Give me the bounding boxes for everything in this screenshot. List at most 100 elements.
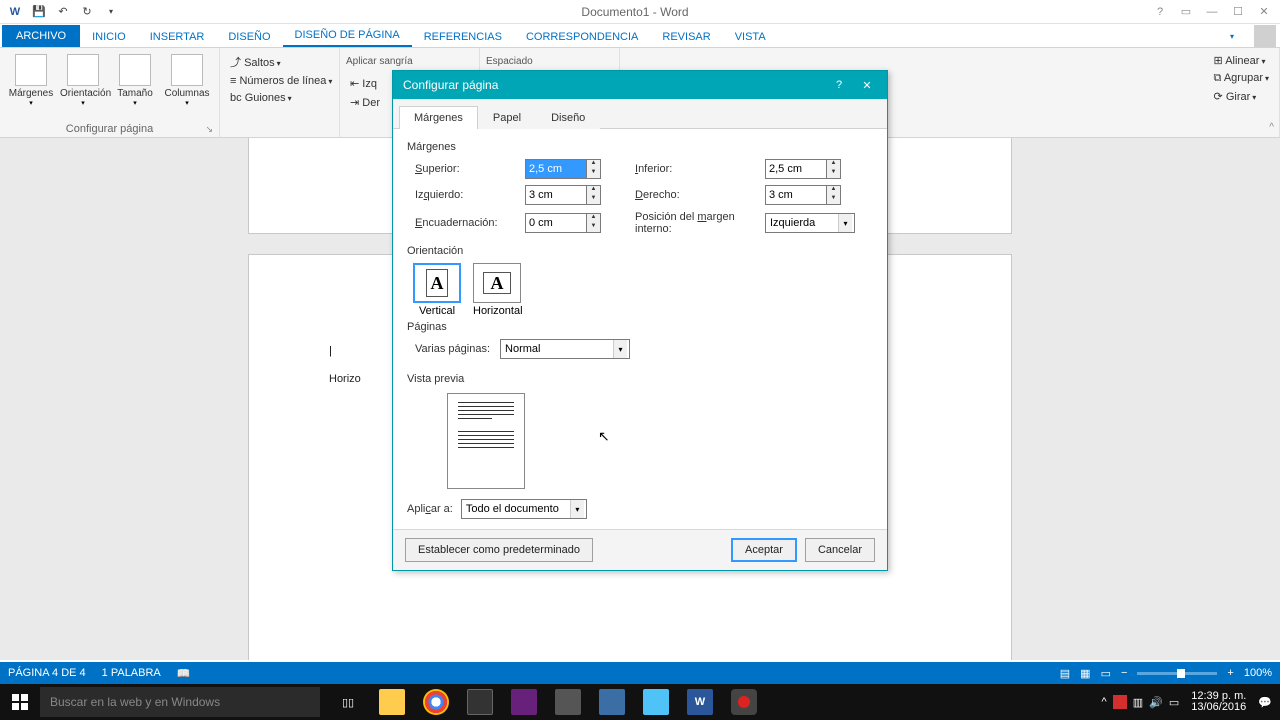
lbl-aplicar-a: Aplicar a:	[407, 503, 453, 515]
dialog-tab-papel[interactable]: Papel	[478, 106, 536, 129]
input-encuadernacion[interactable]: ▲▼	[525, 213, 615, 233]
orientacion-button[interactable]: Orientación▾	[58, 52, 108, 109]
zoom-slider[interactable]	[1137, 672, 1217, 675]
lbl-derecho: Derecho:	[635, 189, 765, 201]
orientation-horizontal[interactable]: A Horizontal	[473, 263, 523, 317]
combo-aplicar-a[interactable]: Todo el documento▾	[461, 499, 587, 519]
combo-varias-paginas[interactable]: Normal▾	[500, 339, 630, 359]
section-orientacion-label: Orientación	[407, 245, 873, 257]
lbl-encuadernacion: Encuadernación:	[415, 217, 525, 229]
tray-volume-icon[interactable]: 🔊	[1149, 696, 1163, 709]
sangria-der[interactable]: ⇥ Der	[346, 94, 384, 111]
numeros-linea-button[interactable]: ≡ Números de línea▾	[226, 73, 336, 89]
margenes-button[interactable]: Márgenes▾	[6, 52, 56, 109]
lbl-varias-paginas: Varias páginas:	[415, 343, 490, 355]
group-configurar-label: Configurar página	[66, 123, 153, 135]
view-read-icon[interactable]: ▤	[1060, 667, 1070, 680]
help-icon[interactable]: ?	[1148, 2, 1172, 22]
alinear-button[interactable]: ⊞ Alinear▾	[1210, 52, 1273, 69]
tab-correspondencia[interactable]: CORRESPONDENCIA	[514, 27, 650, 47]
saltos-button[interactable]: ⤴ Saltos▾	[226, 52, 336, 72]
taskbar-search[interactable]: Buscar en la web y en Windows	[40, 687, 320, 717]
app-icon-1[interactable]	[546, 684, 590, 720]
input-izquierdo[interactable]: ▲▼	[525, 185, 615, 205]
ribbon-options-icon[interactable]: ▭	[1174, 2, 1198, 22]
input-superior[interactable]: ▲▼	[525, 159, 615, 179]
status-pagina[interactable]: PÁGINA 4 DE 4	[8, 667, 86, 679]
girar-button[interactable]: ⟳ Girar▾	[1210, 88, 1273, 105]
dialog-titlebar[interactable]: Configurar página ? ✕	[393, 71, 887, 99]
tab-inicio[interactable]: INICIO	[80, 27, 138, 47]
status-palabras[interactable]: 1 PALABRA	[102, 667, 161, 679]
mouse-cursor-icon: ↖	[598, 428, 610, 445]
dialog-close-icon[interactable]: ✕	[853, 74, 881, 96]
tray-chevron-icon[interactable]: ^	[1102, 696, 1107, 708]
taskbar-clock[interactable]: 12:39 p. m. 13/06/2016	[1185, 691, 1252, 713]
tab-diseno-pagina[interactable]: DISEÑO DE PÁGINA	[283, 25, 412, 47]
redo-icon[interactable]: ↻	[76, 2, 98, 22]
input-inferior[interactable]: ▲▼	[765, 159, 855, 179]
combo-posicion-margen[interactable]: Izquierda▾	[765, 213, 855, 233]
tray-network-icon[interactable]: ▥	[1133, 696, 1143, 709]
btn-cancelar[interactable]: Cancelar	[805, 538, 875, 562]
word-icon: W	[4, 2, 26, 22]
app-icon-3[interactable]	[634, 684, 678, 720]
task-view-icon[interactable]: ▯▯	[326, 684, 370, 720]
minimize-icon[interactable]: —	[1200, 2, 1224, 22]
btn-aceptar[interactable]: Aceptar	[731, 538, 797, 562]
qat-more-icon[interactable]: ▾	[100, 2, 122, 22]
user-avatar[interactable]	[1254, 25, 1276, 47]
save-icon[interactable]: 💾	[28, 2, 50, 22]
undo-icon[interactable]: ↶	[52, 2, 74, 22]
word-taskbar-icon[interactable]: W	[678, 684, 722, 720]
dialog-tab-diseno[interactable]: Diseño	[536, 106, 600, 129]
recorder-icon[interactable]	[722, 684, 766, 720]
zoom-in-icon[interactable]: +	[1227, 667, 1233, 679]
tab-insertar[interactable]: INSERTAR	[138, 27, 217, 47]
notifications-icon[interactable]: 💬	[1258, 696, 1272, 709]
lbl-izquierdo: Izquierdo:	[415, 189, 525, 201]
zoom-out-icon[interactable]: −	[1121, 667, 1127, 679]
status-proofing-icon[interactable]: 📖	[177, 667, 191, 680]
view-web-icon[interactable]: ▭	[1101, 667, 1111, 680]
tab-revisar[interactable]: REVISAR	[650, 27, 722, 47]
agrupar-button[interactable]: ⧉ Agrupar▾	[1210, 70, 1273, 87]
btn-predeterminado[interactable]: Establecer como predeterminado	[405, 538, 593, 562]
tab-diseno[interactable]: DISEÑO	[216, 27, 282, 47]
app-icon-2[interactable]	[590, 684, 634, 720]
dialog-title: Configurar página	[403, 78, 825, 92]
close-icon[interactable]: ✕	[1252, 2, 1276, 22]
section-vista-previa-label: Vista previa	[407, 373, 873, 385]
tab-archivo[interactable]: ARCHIVO	[2, 25, 80, 47]
section-margenes-label: Márgenes	[407, 141, 873, 153]
espaciado-header: Espaciado	[486, 56, 533, 67]
tab-vista[interactable]: VISTA	[723, 27, 778, 47]
columnas-button[interactable]: Columnas▾	[162, 52, 212, 109]
ribbon-collapse-icon[interactable]: ▾	[1218, 28, 1246, 45]
lbl-superior: Superior:	[415, 163, 525, 175]
dialog-tab-margenes[interactable]: Márgenes	[399, 106, 478, 129]
ribbon-collapse-chevron-icon[interactable]: ^	[1269, 122, 1274, 133]
lbl-posicion-margen: Posición del margen interno:	[635, 211, 765, 235]
dialog-help-icon[interactable]: ?	[825, 74, 853, 96]
maximize-icon[interactable]: ☐	[1226, 2, 1250, 22]
title-bar: W 💾 ↶ ↻ ▾ Documento1 - Word ? ▭ — ☐ ✕	[0, 0, 1280, 24]
sangria-izq[interactable]: ⇤ Izq	[346, 75, 381, 92]
visual-studio-icon[interactable]	[502, 684, 546, 720]
orientation-vertical[interactable]: A Vertical	[413, 263, 461, 317]
tamano-button[interactable]: Tamaño▾	[110, 52, 160, 109]
tray-app-icon[interactable]	[1113, 695, 1127, 709]
tray-lang-icon[interactable]: ▭	[1169, 696, 1179, 709]
file-explorer-icon[interactable]	[370, 684, 414, 720]
group-launcher-icon[interactable]: ↘	[205, 124, 213, 135]
section-paginas-label: Páginas	[407, 321, 873, 333]
start-button[interactable]	[0, 684, 40, 720]
view-print-icon[interactable]: ▦	[1080, 667, 1090, 680]
chrome-icon[interactable]	[414, 684, 458, 720]
tab-referencias[interactable]: REFERENCIAS	[412, 27, 514, 47]
zoom-percent[interactable]: 100%	[1244, 667, 1272, 679]
store-icon[interactable]	[458, 684, 502, 720]
word-status-bar: PÁGINA 4 DE 4 1 PALABRA 📖 ▤ ▦ ▭ − + 100%	[0, 662, 1280, 684]
guiones-button[interactable]: bc Guiones▾	[226, 90, 336, 106]
input-derecho[interactable]: ▲▼	[765, 185, 855, 205]
